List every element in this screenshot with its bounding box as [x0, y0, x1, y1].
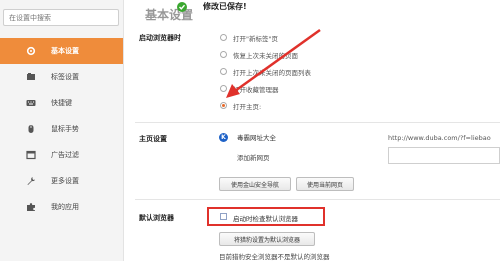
mouse-icon: [26, 124, 36, 134]
homepage-entry[interactable]: K 毒霸网址大全: [219, 132, 276, 142]
save-toast: 修改已保存!: [177, 0, 247, 13]
radio-button[interactable]: [220, 34, 227, 41]
option-label: 打开上次未关闭的页面列表: [233, 68, 311, 77]
section-divider: [135, 122, 500, 123]
toast-message: 修改已保存!: [203, 2, 247, 11]
duba-logo-icon: K: [219, 132, 228, 142]
sidebar-item-mouse-gesture[interactable]: 鼠标手势: [0, 116, 123, 142]
tab-icon: [26, 72, 36, 82]
homepage-entry-name: 毒霸网址大全: [237, 134, 276, 142]
sidebar: 基本设置 标签设置 快捷键 鼠标手势 广告过滤 更多设置 我的应: [0, 0, 124, 261]
settings-search-input[interactable]: [4, 10, 118, 25]
sidebar-item-label: 快捷键: [51, 99, 72, 107]
sidebar-item-label: 我的应用: [51, 203, 79, 211]
startup-option-new-tab[interactable]: 打开"新标签"页: [220, 32, 278, 43]
set-default-browser-button[interactable]: 将猎豹设置为默认浏览器: [219, 232, 315, 246]
sidebar-item-label: 鼠标手势: [51, 125, 79, 133]
radio-button[interactable]: [220, 51, 227, 58]
option-label: 打开收藏管理器: [233, 85, 279, 94]
startup-option-restore-list[interactable]: 打开上次未关闭的页面列表: [220, 66, 311, 77]
startup-option-homepage[interactable]: 打开主页:: [220, 100, 261, 111]
startup-option-bookmarks[interactable]: 打开收藏管理器: [220, 83, 279, 94]
sidebar-item-label: 标签设置: [51, 73, 79, 81]
option-label: 恢复上次未关闭的页面: [233, 51, 298, 60]
sidebar-item-tabs[interactable]: 标签设置: [0, 64, 123, 90]
sidebar-item-basic[interactable]: 基本设置: [0, 38, 123, 64]
option-label: 打开主页:: [233, 102, 262, 111]
homepage-url-input[interactable]: [388, 147, 500, 164]
window-icon: [26, 150, 36, 160]
homepage-section-label: 主页设置: [139, 135, 167, 143]
sidebar-item-more-settings[interactable]: 更多设置: [0, 168, 123, 194]
sidebar-item-label: 基本设置: [51, 47, 79, 55]
sidebar-item-my-apps[interactable]: 我的应用: [0, 194, 123, 220]
check-circle-icon: [177, 1, 187, 12]
use-current-page-button[interactable]: 使用当前网页: [296, 177, 354, 191]
add-homepage-link[interactable]: 添加新网页: [237, 152, 270, 162]
default-browser-section-label: 默认浏览器: [139, 214, 174, 222]
sidebar-item-ad-filter[interactable]: 广告过滤: [0, 142, 123, 168]
check-default-browser-checkbox[interactable]: [220, 213, 227, 220]
keyboard-icon: [26, 98, 36, 108]
radio-button[interactable]: [220, 85, 227, 92]
option-label: 打开"新标签"页: [233, 34, 278, 43]
settings-search-box[interactable]: [3, 9, 119, 26]
sidebar-item-label: 更多设置: [51, 177, 79, 185]
startup-section-label: 启动浏览器时: [139, 34, 181, 42]
sidebar-item-label: 广告过滤: [51, 151, 79, 159]
radio-button-selected[interactable]: [220, 102, 227, 109]
homepage-entry-url: http://www.duba.com/?f=liebao: [388, 134, 491, 142]
default-browser-status: 目前猎豹安全浏览器不是默认的浏览器: [219, 253, 330, 261]
use-duba-nav-button[interactable]: 使用金山安全导航: [219, 177, 291, 191]
radio-button[interactable]: [220, 68, 227, 75]
startup-option-restore[interactable]: 恢复上次未关闭的页面: [220, 49, 298, 60]
sidebar-item-shortcuts[interactable]: 快捷键: [0, 90, 123, 116]
wrench-icon: [26, 176, 36, 186]
check-default-browser-label: 启动时检查默认浏览器: [233, 215, 298, 223]
gear-icon: [26, 46, 36, 56]
puzzle-icon: [26, 202, 36, 212]
section-divider: [135, 199, 500, 200]
settings-main: 基本设置 修改已保存! 启动浏览器时 打开"新标签"页 恢复上次未关闭的页面 打…: [125, 0, 500, 261]
